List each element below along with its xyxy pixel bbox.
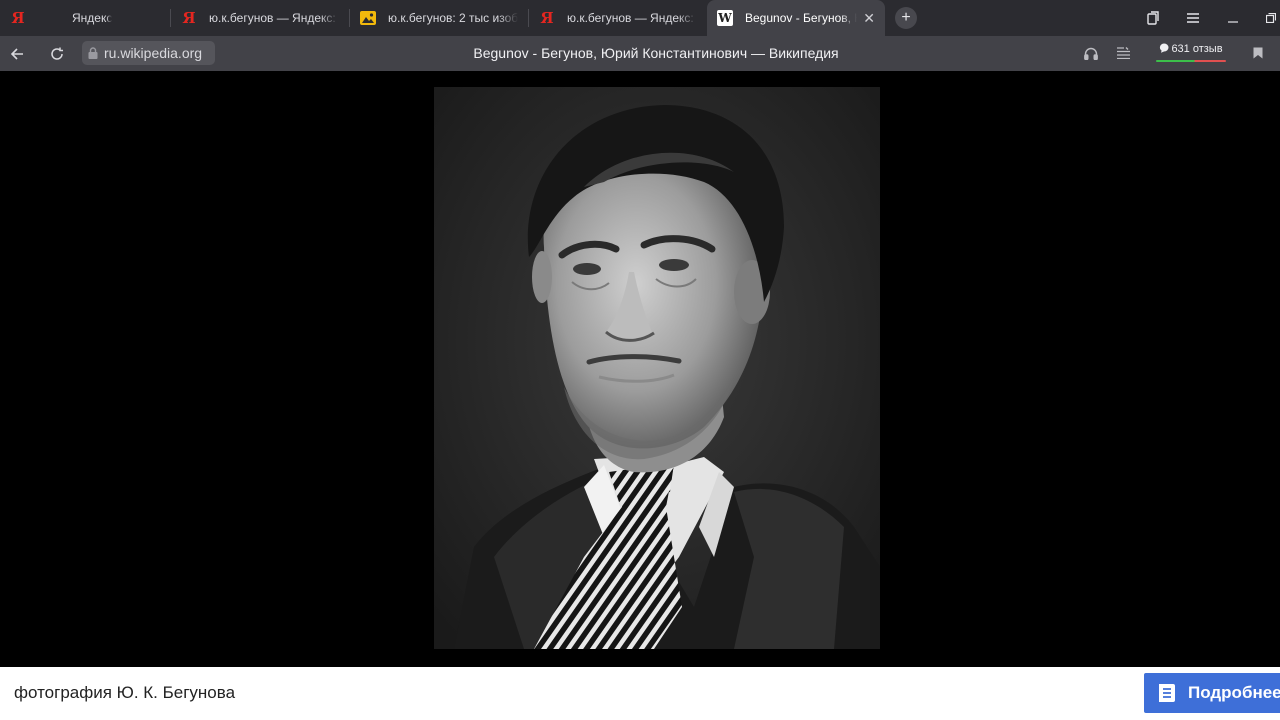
image-caption: фотография Ю. К. Бегунова (14, 683, 236, 702)
comment-icon (1159, 43, 1169, 56)
restore-icon[interactable] (1262, 0, 1280, 36)
portrait-photo[interactable] (434, 87, 880, 649)
reviews-count: 631 отзыв (1171, 43, 1223, 55)
lock-icon[interactable] (88, 47, 98, 59)
new-tab-button[interactable]: + (895, 7, 917, 29)
url-field[interactable]: ru.wikipedia.org (82, 41, 215, 65)
tab-images[interactable]: ю.к.бегунов: 2 тыс изобра (350, 0, 528, 36)
images-icon (360, 10, 376, 26)
more-details-label: Подробнее (1188, 683, 1280, 702)
tab-label: ю.к.бегунов: 2 тыс изобра (388, 11, 518, 25)
more-details-button[interactable]: Подробнее (1144, 673, 1280, 713)
bookmark-icon[interactable] (1249, 44, 1267, 62)
tab-strip: Я Яндекс Я ю.к.бегунов — Яндекс: на ю.к.… (0, 0, 1280, 36)
tab-search-1[interactable]: Я ю.к.бегунов — Яндекс: на (171, 0, 349, 36)
caption-bar: фотография Ю. К. Бегунова Подробнее (0, 667, 1280, 720)
tab-search-2[interactable]: Я ю.к.бегунов — Яндекс: на (529, 0, 707, 36)
yandex-icon: Я (11, 9, 25, 27)
rating-bar (1156, 60, 1226, 62)
tab-label: ю.к.бегунов — Яндекс: на (567, 11, 697, 25)
yandex-icon: Я (540, 9, 554, 27)
tab-label: ю.к.бегунов — Яндекс: на (209, 11, 339, 25)
wikipedia-icon: W (717, 10, 733, 26)
back-button[interactable] (6, 43, 28, 65)
collections-icon[interactable] (1142, 0, 1164, 36)
image-viewer (0, 71, 1280, 667)
reader-mode-icon[interactable] (1114, 44, 1132, 62)
url-text: ru.wikipedia.org (104, 45, 203, 61)
address-bar: ru.wikipedia.org Begunov - Бегунов, Юрий… (0, 36, 1280, 71)
tab-yandex[interactable]: Я Яндекс (0, 0, 170, 36)
yandex-icon: Я (182, 9, 196, 27)
reload-button[interactable] (46, 43, 68, 65)
tab-label: Яндекс (72, 11, 113, 25)
close-icon[interactable]: ✕ (863, 10, 875, 27)
minimize-icon[interactable] (1222, 0, 1244, 36)
tab-label: Begunov - Бегунов, Юр (745, 11, 857, 25)
document-icon (1158, 683, 1176, 703)
menu-icon[interactable] (1182, 0, 1204, 36)
headphones-icon[interactable] (1082, 44, 1100, 62)
page-title: Begunov - Бегунов, Юрий Константинович —… (473, 45, 839, 61)
reviews-badge[interactable]: 631 отзыв (1156, 42, 1226, 64)
tab-wikipedia-active[interactable]: W Begunov - Бегунов, Юр ✕ (707, 0, 885, 36)
